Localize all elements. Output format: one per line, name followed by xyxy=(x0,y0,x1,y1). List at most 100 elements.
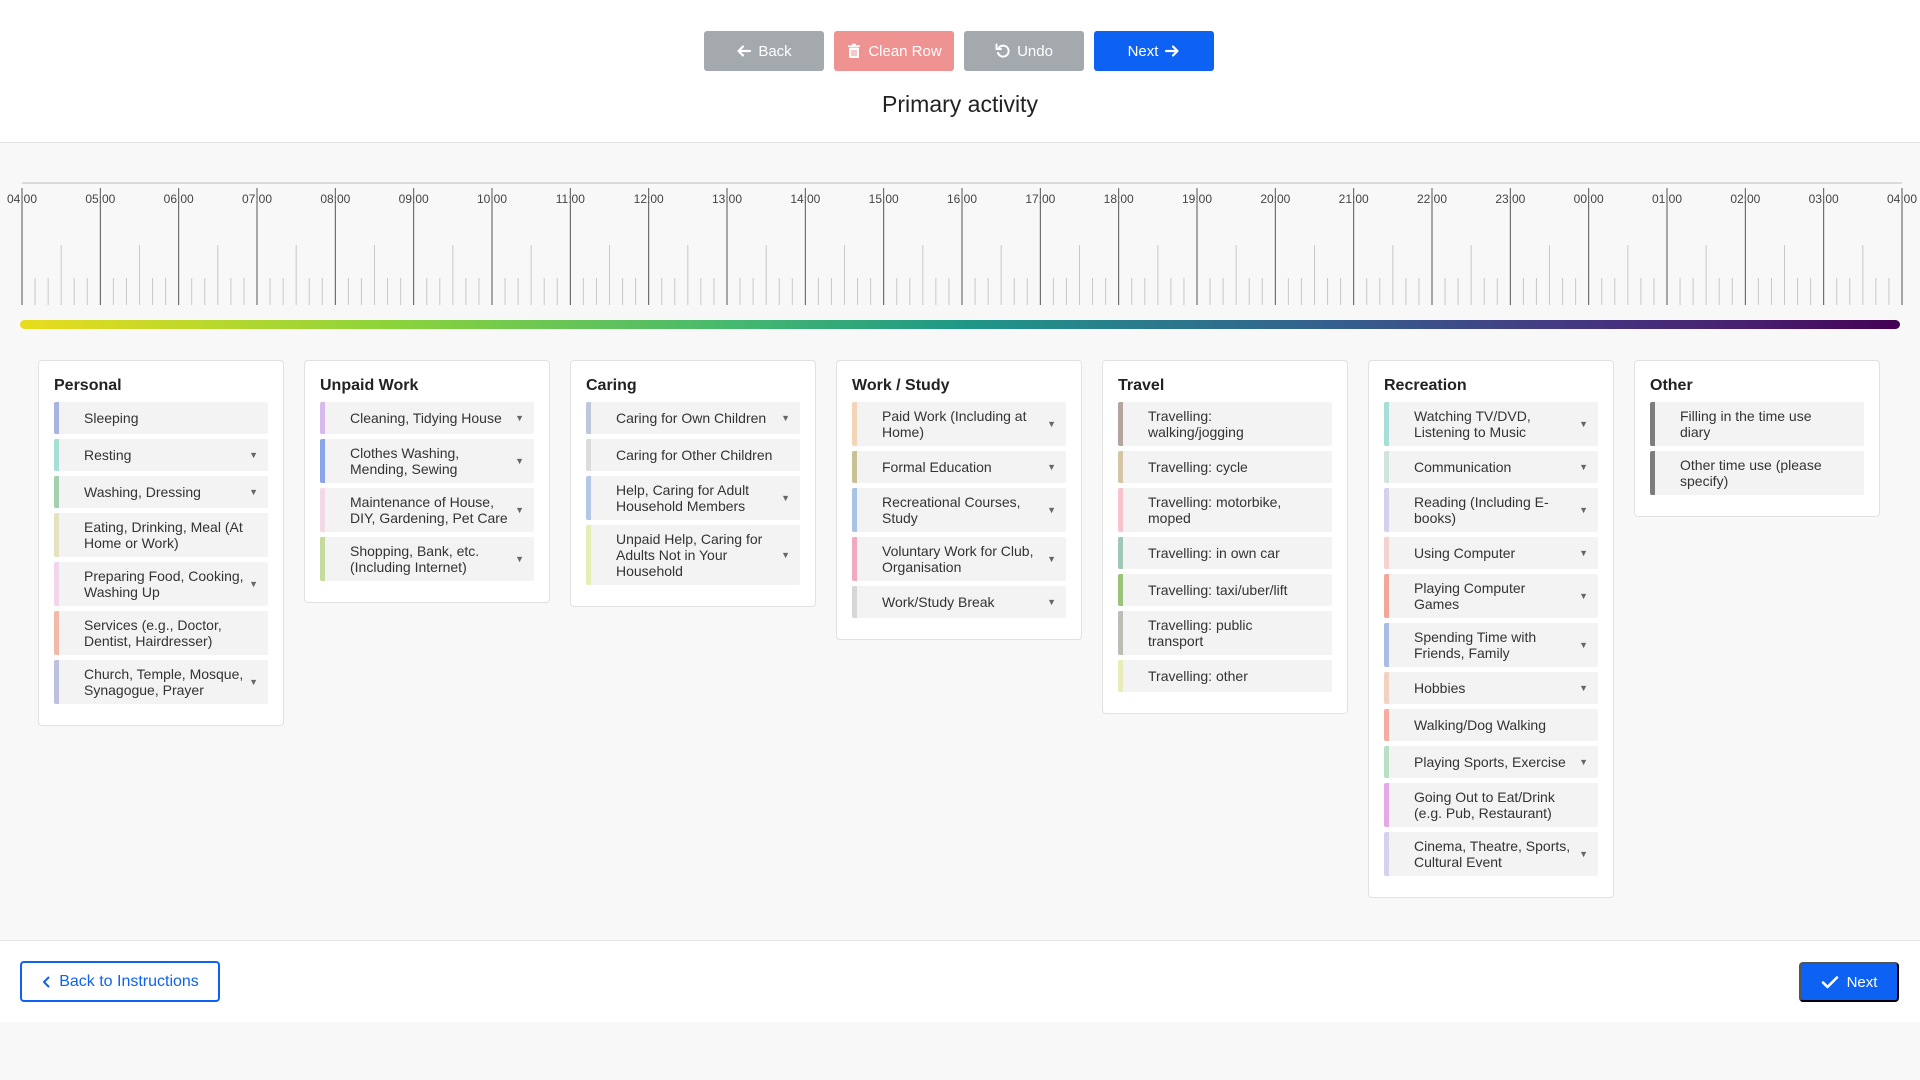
activity-color-stripe xyxy=(586,402,591,434)
activity-label: Washing, Dressing xyxy=(84,484,201,500)
activity-item[interactable]: Hobbies ▼ xyxy=(1384,672,1598,704)
activity-item[interactable]: Communication ▼ xyxy=(1384,451,1598,483)
activity-item[interactable]: Watching TV/DVD, Listening to Music ▼ xyxy=(1384,402,1598,446)
activity-item[interactable]: Travelling: motorbike, moped xyxy=(1118,488,1332,532)
activity-item[interactable]: Washing, Dressing ▼ xyxy=(54,476,268,508)
activity-item[interactable]: Playing Sports, Exercise ▼ xyxy=(1384,746,1598,778)
caret-down-icon[interactable]: ▼ xyxy=(1047,594,1056,610)
caret-down-icon[interactable]: ▼ xyxy=(1579,416,1588,432)
activity-item[interactable]: Travelling: cycle xyxy=(1118,451,1332,483)
caret-down-icon[interactable]: ▼ xyxy=(1047,416,1056,432)
category-title: Work / Study xyxy=(852,377,950,394)
activity-color-stripe xyxy=(1384,709,1389,741)
activity-color-stripe xyxy=(586,476,591,520)
activity-item[interactable]: Travelling: taxi/uber/lift xyxy=(1118,574,1332,606)
timeline[interactable] xyxy=(21,182,1904,305)
caret-down-icon[interactable]: ▼ xyxy=(1579,459,1588,475)
activity-label: Cleaning, Tidying House xyxy=(350,410,502,426)
activity-item[interactable]: Maintenance of House, DIY, Gardening, Pe… xyxy=(320,488,534,532)
caret-down-icon[interactable]: ▼ xyxy=(1579,846,1588,862)
activity-item[interactable]: Work/Study Break ▼ xyxy=(852,586,1066,618)
caret-down-icon[interactable]: ▼ xyxy=(781,490,790,506)
activity-item[interactable]: Spending Time with Friends, Family ▼ xyxy=(1384,623,1598,667)
activity-item[interactable]: Caring for Own Children ▼ xyxy=(586,402,800,434)
activity-item[interactable]: Help, Caring for Adult Household Members… xyxy=(586,476,800,520)
caret-down-icon[interactable]: ▼ xyxy=(1579,502,1588,518)
activity-item[interactable]: Using Computer ▼ xyxy=(1384,537,1598,569)
caret-down-icon[interactable]: ▼ xyxy=(1579,637,1588,653)
activity-label: Recreational Courses, Study xyxy=(882,494,1021,526)
activity-item[interactable]: Reading (Including E-books) ▼ xyxy=(1384,488,1598,532)
activity-item[interactable]: Paid Work (Including at Home) ▼ xyxy=(852,402,1066,446)
activity-item[interactable]: Church, Temple, Mosque, Synagogue, Praye… xyxy=(54,660,268,704)
back-to-instructions-button[interactable]: Back to Instructions xyxy=(20,961,220,1002)
undo-label: Undo xyxy=(1017,42,1053,60)
activity-item[interactable]: Cleaning, Tidying House ▼ xyxy=(320,402,534,434)
caret-down-icon[interactable]: ▼ xyxy=(249,674,258,690)
category-travel: Travel Travelling: walking/jogging Travell… xyxy=(1102,360,1348,714)
activity-label: Going Out to Eat/Drink (e.g. Pub, Restau… xyxy=(1414,789,1555,821)
caret-down-icon[interactable]: ▼ xyxy=(249,576,258,592)
activity-item[interactable]: Eating, Drinking, Meal (At Home or Work) xyxy=(54,513,268,557)
activity-label: Eating, Drinking, Meal (At Home or Work) xyxy=(84,519,243,551)
activity-color-stripe xyxy=(1384,537,1389,569)
activity-item[interactable]: Other time use (please specify) xyxy=(1650,451,1864,495)
color-scale-bar xyxy=(20,320,1900,329)
caret-down-icon[interactable]: ▼ xyxy=(249,447,258,463)
caret-down-icon[interactable]: ▼ xyxy=(515,551,524,567)
caret-down-icon[interactable]: ▼ xyxy=(1047,459,1056,475)
caret-down-icon[interactable]: ▼ xyxy=(1047,551,1056,567)
activity-label: Maintenance of House, DIY, Gardening, Pe… xyxy=(350,494,508,526)
activity-item[interactable]: Clothes Washing, Mending, Sewing ▼ xyxy=(320,439,534,483)
activity-item[interactable]: Resting ▼ xyxy=(54,439,268,471)
activity-color-stripe xyxy=(1118,488,1123,532)
caret-down-icon[interactable]: ▼ xyxy=(515,453,524,469)
activity-item[interactable]: Going Out to Eat/Drink (e.g. Pub, Restau… xyxy=(1384,783,1598,827)
undo-button[interactable]: Undo xyxy=(964,31,1084,71)
activity-color-stripe xyxy=(852,537,857,581)
activity-item[interactable]: Recreational Courses, Study ▼ xyxy=(852,488,1066,532)
activity-item[interactable]: Preparing Food, Cooking, Washing Up ▼ xyxy=(54,562,268,606)
caret-down-icon[interactable]: ▼ xyxy=(515,410,524,426)
activity-item[interactable]: Travelling: in own car xyxy=(1118,537,1332,569)
activity-label: Caring for Own Children xyxy=(616,410,767,426)
activity-color-stripe xyxy=(852,451,857,483)
activity-item[interactable]: Filling in the time use diary xyxy=(1650,402,1864,446)
activity-color-stripe xyxy=(54,476,59,508)
activity-item[interactable]: Caring for Other Children xyxy=(586,439,800,471)
clean-row-button[interactable]: Clean Row xyxy=(834,31,954,71)
activity-item[interactable]: Travelling: other xyxy=(1118,660,1332,692)
category-title: Caring xyxy=(586,377,637,394)
footer-next-button[interactable]: Next xyxy=(1799,962,1899,1002)
chevron-left-icon xyxy=(43,976,50,987)
activity-label: Work/Study Break xyxy=(882,594,995,610)
caret-down-icon[interactable]: ▼ xyxy=(1047,502,1056,518)
activity-color-stripe xyxy=(54,439,59,471)
activity-item[interactable]: Shopping, Bank, etc. (Including Internet… xyxy=(320,537,534,581)
activity-item[interactable]: Sleeping xyxy=(54,402,268,434)
caret-down-icon[interactable]: ▼ xyxy=(1579,545,1588,561)
activity-item[interactable]: Playing Computer Games ▼ xyxy=(1384,574,1598,618)
activity-item[interactable]: Formal Education ▼ xyxy=(852,451,1066,483)
activity-item[interactable]: Travelling: walking/jogging xyxy=(1118,402,1332,446)
arrow-right-icon xyxy=(1165,45,1180,57)
caret-down-icon[interactable]: ▼ xyxy=(515,502,524,518)
activity-label: Shopping, Bank, etc. (Including Internet… xyxy=(350,543,480,575)
activity-item[interactable]: Voluntary Work for Club, Organisation ▼ xyxy=(852,537,1066,581)
caret-down-icon[interactable]: ▼ xyxy=(1579,754,1588,770)
arrow-left-icon xyxy=(737,45,752,57)
caret-down-icon[interactable]: ▼ xyxy=(781,547,790,563)
activity-item[interactable]: Walking/Dog Walking xyxy=(1384,709,1598,741)
caret-down-icon[interactable]: ▼ xyxy=(1579,588,1588,604)
activity-color-stripe xyxy=(1118,574,1123,606)
activity-label: Watching TV/DVD, Listening to Music xyxy=(1414,408,1531,440)
activity-item[interactable]: Travelling: public transport xyxy=(1118,611,1332,655)
next-button[interactable]: Next xyxy=(1094,31,1214,71)
activity-item[interactable]: Unpaid Help, Caring for Adults Not in Yo… xyxy=(586,525,800,585)
activity-item[interactable]: Cinema, Theatre, Sports, Cultural Event ▼ xyxy=(1384,832,1598,876)
caret-down-icon[interactable]: ▼ xyxy=(249,484,258,500)
activity-item[interactable]: Services (e.g., Doctor, Dentist, Hairdre… xyxy=(54,611,268,655)
caret-down-icon[interactable]: ▼ xyxy=(1579,680,1588,696)
back-button[interactable]: Back xyxy=(704,31,824,71)
caret-down-icon[interactable]: ▼ xyxy=(781,410,790,426)
